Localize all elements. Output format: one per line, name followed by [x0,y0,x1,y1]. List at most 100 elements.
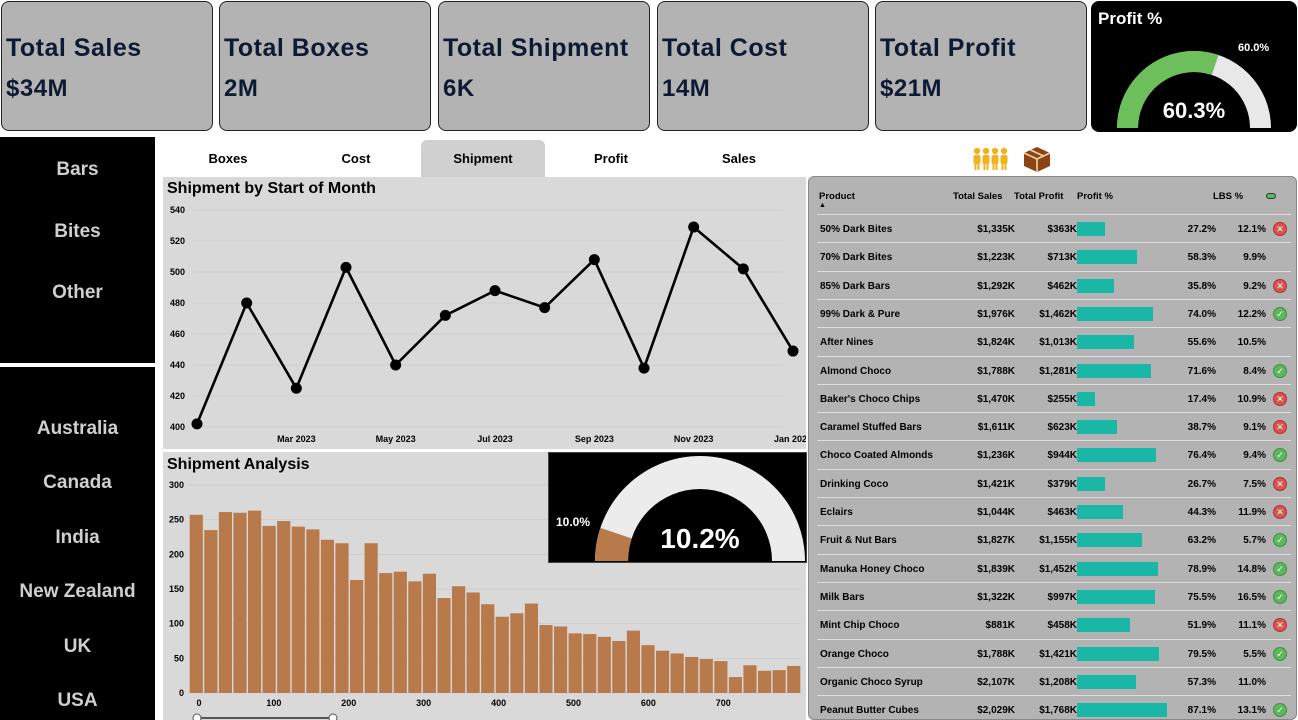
table-row[interactable]: 70% Dark Bites $1,223K $713K 58.3% 9.9% [817,242,1291,270]
table-row[interactable]: Mint Chip Choco $881K $458K 51.9% 11.1% ✕ [817,610,1291,638]
x-tick-label: 700 [716,698,731,708]
data-point[interactable] [688,221,700,233]
data-point[interactable] [489,285,501,297]
histogram-bar[interactable] [655,650,670,693]
table-row[interactable]: Eclairs $1,044K $463K 44.3% 11.9% ✕ [817,497,1291,525]
histogram-bar[interactable] [466,592,480,693]
histogram-bar[interactable] [451,586,466,693]
slicer-item-australia[interactable]: Australia [0,418,155,440]
histogram-bar[interactable] [641,645,655,693]
histogram-bar[interactable] [524,603,539,693]
y-tick-label: 480 [170,298,185,308]
histogram-bar[interactable] [437,598,451,693]
data-point[interactable] [588,254,600,266]
histogram-bar[interactable] [787,665,801,693]
data-point[interactable] [241,297,253,309]
cell-total-profit: $1,281K [1039,365,1077,377]
table-row[interactable]: Almond Choco $1,788K $1,281K 71.6% 8.4% ✓ [817,355,1291,384]
table-row[interactable]: Manuka Honey Choco $1,839K $1,452K 78.9% 14.… [817,553,1291,582]
histogram-bar[interactable] [204,530,218,693]
table-row[interactable]: Caramel Stuffed Bars $1,611K $623K 38.7% 9.1… [817,412,1291,440]
histogram-bar[interactable] [568,633,582,693]
histogram-bar[interactable] [320,539,335,693]
data-point[interactable] [290,382,302,394]
data-point[interactable] [737,263,749,275]
tab-boxes[interactable]: Boxes [166,140,290,177]
table-row[interactable]: Choco Coated Almonds $1,236K $944K 76.4% 9.4… [817,440,1291,468]
data-point[interactable] [539,302,551,314]
table-row[interactable]: 85% Dark Bars $1,292K $462K 35.8% 9.2% ✕ [817,270,1291,299]
data-point[interactable] [390,359,402,371]
slicer-item-bites[interactable]: Bites [0,221,155,243]
histogram-bar[interactable] [553,626,568,693]
slicer-item-canada[interactable]: Canada [0,472,155,494]
tab-sales[interactable]: Sales [677,140,801,177]
histogram-bar[interactable] [670,653,684,693]
tab-cost[interactable]: Cost [294,140,418,177]
histogram-bar[interactable] [233,512,247,693]
histogram-bar[interactable] [481,604,495,693]
people-group-icon[interactable] [972,147,1010,171]
histogram-bar[interactable] [364,543,378,693]
table-row[interactable]: Peanut Butter Cubes $2,029K $1,768K 87.1% 13… [817,695,1291,719]
table-row[interactable]: After Nines $1,824K $1,013K 55.6% 10.5% [817,327,1291,355]
histogram-bar[interactable] [539,625,553,693]
histogram-bar[interactable] [379,573,393,693]
histogram-bar[interactable] [335,543,349,693]
tab-profit[interactable]: Profit [549,140,673,177]
table-row[interactable]: 50% Dark Bites $1,335K $363K 27.2% 12.1% ✕ [817,214,1291,242]
slicer-item-other[interactable]: Other [0,282,155,304]
table-row[interactable]: 99% Dark & Pure $1,976K $1,462K 74.0% 12.2% ✓ [817,298,1291,327]
data-point[interactable] [340,261,352,273]
slicer-item-usa[interactable]: USA [0,690,155,712]
table-row[interactable]: Fruit & Nut Bars $1,827K $1,155K 63.2% 5.7% ✓ [817,525,1291,553]
histogram-bar[interactable] [247,510,262,693]
histogram-bar[interactable] [495,616,509,693]
table-row[interactable]: Drinking Coco $1,421K $379K 26.7% 7.5% ✕ [817,468,1291,497]
histogram-bar[interactable] [349,579,364,693]
histogram-bar[interactable] [189,514,203,693]
histogram-bar[interactable] [408,581,422,693]
tab-shipment[interactable]: Shipment [421,140,545,177]
table-row[interactable]: Baker's Choco Chips $1,470K $255K 17.4% 10.9… [817,383,1291,412]
range-slider-handle-left[interactable] [192,713,202,720]
cell-total-sales: $1,824K [977,337,1015,349]
box-icon[interactable] [1022,145,1052,173]
table-row[interactable]: Orange Choco $1,788K $1,421K 79.5% 5.5% ✓ [817,638,1291,667]
data-point[interactable] [638,362,650,374]
histogram-bar[interactable] [597,636,611,693]
histogram-bar[interactable] [685,656,699,693]
slicer-item-india[interactable]: India [0,527,155,549]
histogram-bar[interactable] [772,670,786,693]
histogram-bar[interactable] [422,573,437,693]
histogram-bar[interactable] [728,677,743,693]
histogram-bar[interactable] [743,665,757,693]
slicer-item-new-zealand[interactable]: New Zealand [0,581,155,603]
histogram-bar[interactable] [262,525,276,693]
histogram-bar[interactable] [714,661,728,693]
col-header-total-profit[interactable]: Total Profit [1014,191,1063,202]
data-point[interactable] [439,309,451,321]
data-point[interactable] [191,418,203,430]
histogram-bar[interactable] [612,641,626,693]
histogram-bar[interactable] [510,613,524,693]
col-header-product[interactable]: Product [819,191,855,202]
histogram-bar[interactable] [291,526,305,693]
slicer-item-bars[interactable]: Bars [0,159,155,181]
table-row[interactable]: Organic Choco Syrup $2,107K $1,208K 57.3% 11… [817,666,1291,695]
histogram-bar[interactable] [757,670,772,693]
range-slider-handle-right[interactable] [328,713,338,720]
histogram-bar[interactable] [699,659,713,693]
histogram-bar[interactable] [277,521,291,693]
histogram-bar[interactable] [306,529,320,693]
histogram-bar[interactable] [393,571,407,693]
slicer-item-uk[interactable]: UK [0,636,155,658]
col-header-lbs-pct[interactable]: LBS % [1213,191,1243,202]
table-row[interactable]: Milk Bars $1,322K $997K 75.5% 16.5% ✓ [817,581,1291,610]
histogram-bar[interactable] [626,630,641,693]
data-point[interactable] [787,345,799,357]
col-header-total-sales[interactable]: Total Sales [953,191,1002,202]
histogram-bar[interactable] [218,512,233,693]
histogram-bar[interactable] [583,634,597,693]
col-header-profit-pct[interactable]: Profit % [1077,191,1113,202]
